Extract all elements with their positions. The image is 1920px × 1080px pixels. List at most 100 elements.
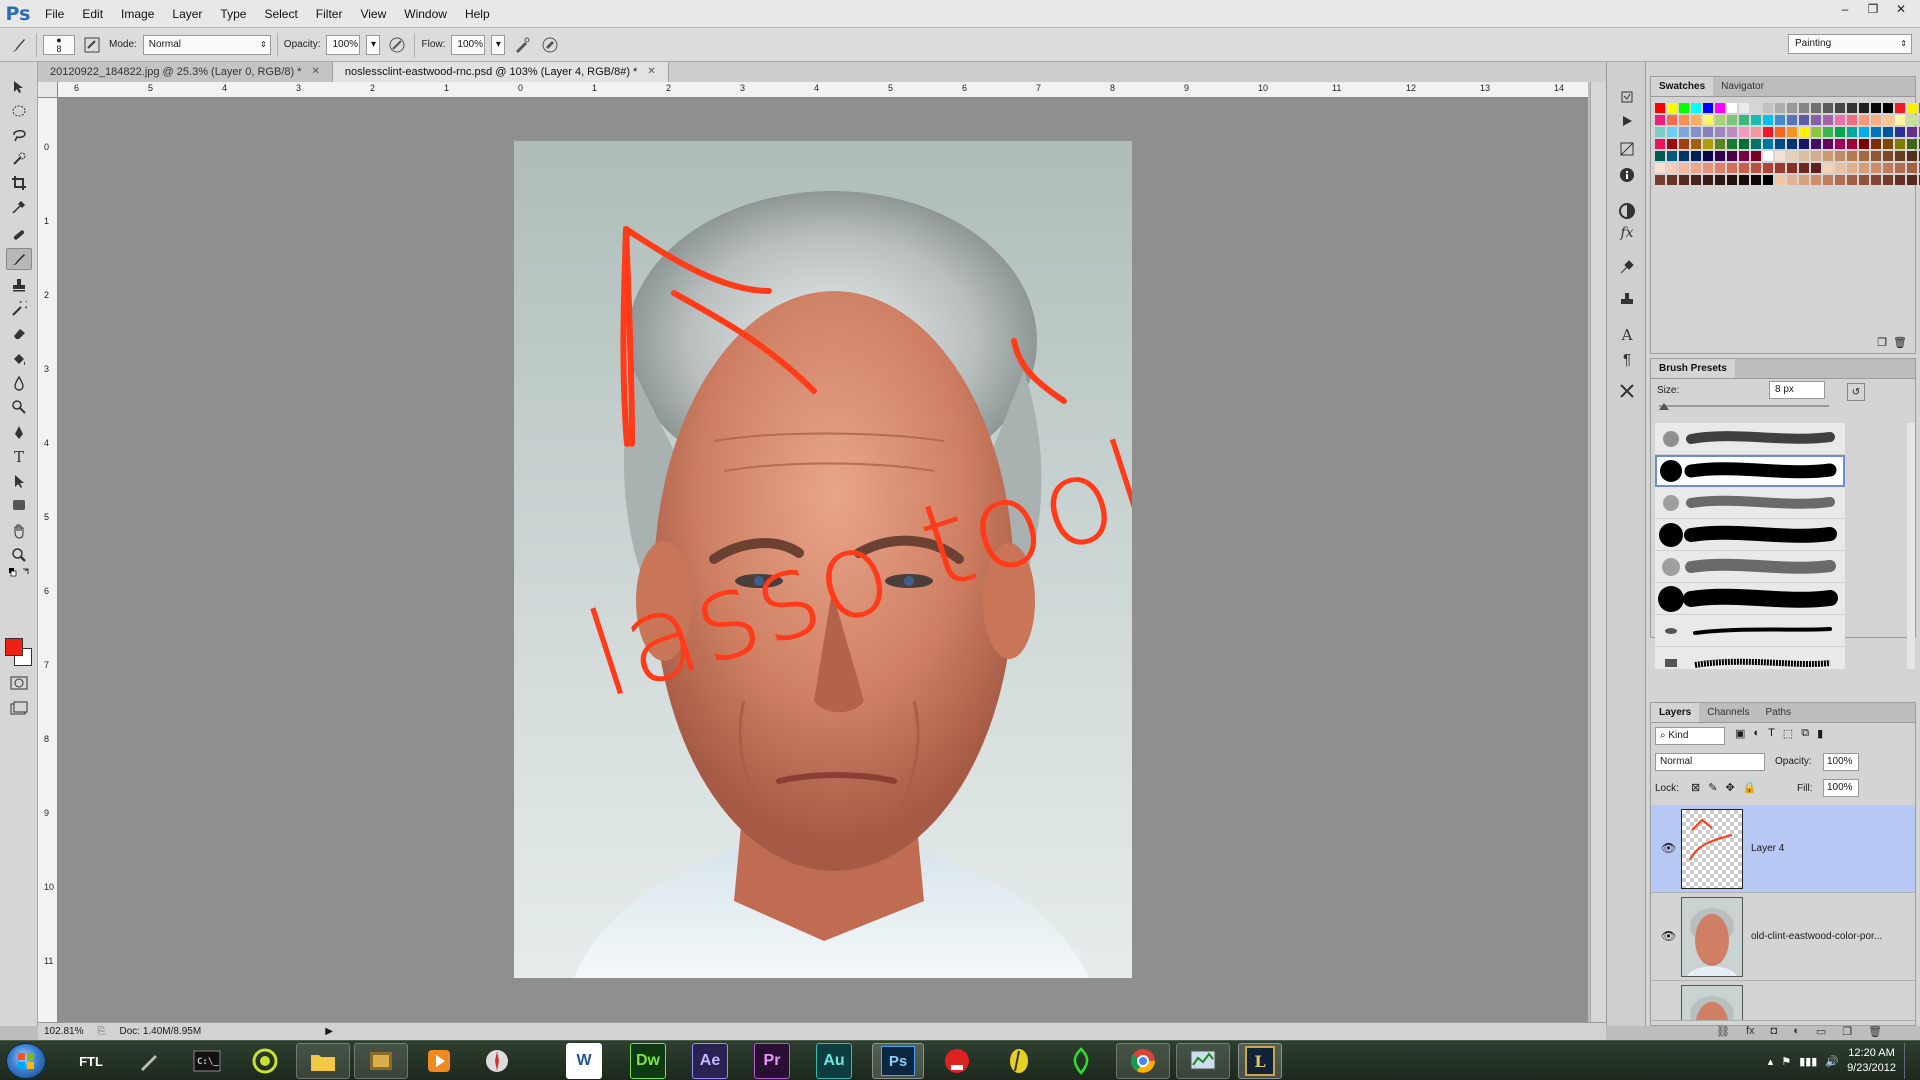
link-layers-icon[interactable]: ⛓ xyxy=(1716,1025,1730,1038)
brush-list-scrollbar[interactable] xyxy=(1907,423,1915,669)
color-swatch[interactable] xyxy=(1691,139,1701,149)
tab-brush-presets[interactable]: Brush Presets xyxy=(1651,359,1735,378)
lasso-tool-icon[interactable] xyxy=(6,124,32,146)
color-swatch[interactable] xyxy=(1811,127,1821,137)
color-swatch[interactable] xyxy=(1739,103,1749,113)
color-swatch[interactable] xyxy=(1811,103,1821,113)
brush-tool-icon[interactable] xyxy=(6,248,32,270)
color-swatch[interactable] xyxy=(1667,127,1677,137)
color-swatch[interactable] xyxy=(1679,127,1689,137)
layer-fill-input[interactable]: 100% xyxy=(1823,779,1859,797)
color-swatch[interactable] xyxy=(1859,139,1869,149)
tab-swatches[interactable]: Swatches xyxy=(1651,77,1714,96)
color-swatch[interactable] xyxy=(1715,163,1725,173)
taskbar-ftl[interactable]: FTL xyxy=(64,1043,118,1079)
color-swatch[interactable] xyxy=(1727,115,1737,125)
filter-smart-object-icon[interactable]: ⧉ xyxy=(1801,727,1809,740)
color-swatch[interactable] xyxy=(1883,127,1893,137)
delete-layer-icon[interactable]: 🗑 xyxy=(1868,1025,1882,1038)
tab-navigator[interactable]: Navigator xyxy=(1713,77,1772,96)
visibility-eye-icon[interactable]: 👁 xyxy=(1661,929,1676,943)
opacity-input[interactable]: 100% xyxy=(326,34,361,55)
color-swatch[interactable] xyxy=(1871,163,1881,173)
document-tab-active[interactable]: noslessclint-eastwood-rnc.psd @ 103% (La… xyxy=(332,62,669,82)
reset-brush-icon[interactable]: ↺ xyxy=(1847,383,1865,401)
menu-file[interactable]: File xyxy=(36,0,73,28)
color-swatch[interactable] xyxy=(1871,151,1881,161)
color-swatch[interactable] xyxy=(1835,115,1845,125)
color-swatch[interactable] xyxy=(1655,115,1665,125)
color-swatch[interactable] xyxy=(1691,163,1701,173)
color-swatch[interactable] xyxy=(1895,163,1905,173)
info-panel-icon[interactable] xyxy=(1616,164,1638,186)
taskbar-dreamweaver[interactable]: Dw xyxy=(630,1043,666,1079)
flow-input[interactable]: 100% xyxy=(451,34,486,55)
quick-selection-tool-icon[interactable] xyxy=(6,148,32,170)
color-swatch[interactable] xyxy=(1883,151,1893,161)
color-swatch[interactable] xyxy=(1835,175,1845,185)
color-swatch[interactable] xyxy=(1715,175,1725,185)
color-swatch[interactable] xyxy=(1895,103,1905,113)
color-swatch[interactable] xyxy=(1739,115,1749,125)
color-swatch[interactable] xyxy=(1703,175,1713,185)
hand-tool-icon[interactable] xyxy=(6,520,32,542)
canvas-workspace[interactable]: lasso tool xyxy=(58,98,1588,1022)
move-tool-icon[interactable] xyxy=(6,76,32,98)
color-swatch[interactable] xyxy=(1847,127,1857,137)
color-swatch[interactable] xyxy=(1859,175,1869,185)
default-colors-icon[interactable] xyxy=(6,566,32,580)
color-swatch[interactable] xyxy=(1679,115,1689,125)
color-swatch[interactable] xyxy=(1679,175,1689,185)
color-swatch[interactable] xyxy=(1847,139,1857,149)
color-swatch[interactable] xyxy=(1751,115,1761,125)
color-swatch[interactable] xyxy=(1763,127,1773,137)
color-swatch[interactable] xyxy=(1775,163,1785,173)
taskbar-terminal-icon[interactable]: C:\_ xyxy=(180,1043,234,1079)
opacity-dropdown-icon[interactable]: ▾ xyxy=(366,34,381,55)
lock-transparent-icon[interactable]: ⊠ xyxy=(1691,781,1700,794)
color-swatch[interactable] xyxy=(1859,115,1869,125)
menu-select[interactable]: Select xyxy=(255,0,306,28)
brush-preset[interactable] xyxy=(1655,615,1845,647)
taskbar-task-manager-icon[interactable] xyxy=(1176,1043,1230,1079)
color-swatch[interactable] xyxy=(1751,139,1761,149)
brush-preset[interactable] xyxy=(1655,583,1845,615)
lock-pixels-icon[interactable]: ✎ xyxy=(1708,781,1717,794)
character-panel-icon[interactable]: A xyxy=(1616,324,1638,346)
restore-button[interactable]: ❐ xyxy=(1860,0,1886,18)
brush-size-slider[interactable] xyxy=(1659,405,1829,407)
document-canvas[interactable]: lasso tool xyxy=(514,141,1132,978)
color-swatch[interactable] xyxy=(1655,139,1665,149)
pressure-opacity-icon[interactable] xyxy=(386,34,408,56)
lock-all-icon[interactable]: 🔒 xyxy=(1743,781,1757,794)
color-swatch[interactable] xyxy=(1775,103,1785,113)
airbrush-icon[interactable] xyxy=(511,34,533,56)
tool-presets-panel-icon[interactable] xyxy=(1616,380,1638,402)
menu-edit[interactable]: Edit xyxy=(73,0,112,28)
color-swatch[interactable] xyxy=(1847,115,1857,125)
layer-kind-filter[interactable]: ⌕ Kind xyxy=(1655,727,1725,745)
adjustments-panel-icon[interactable] xyxy=(1616,138,1638,160)
color-swatch[interactable] xyxy=(1883,103,1893,113)
menu-view[interactable]: View xyxy=(351,0,395,28)
color-swatch[interactable] xyxy=(1715,103,1725,113)
color-swatch[interactable] xyxy=(1811,151,1821,161)
brush-size-slider-thumb[interactable] xyxy=(1659,403,1669,410)
tab-channels[interactable]: Channels xyxy=(1699,703,1757,722)
color-swatch[interactable] xyxy=(1907,175,1917,185)
filter-adjustment-icon[interactable]: ◐ xyxy=(1753,727,1760,740)
color-swatch[interactable] xyxy=(1727,103,1737,113)
color-swatch[interactable] xyxy=(1751,103,1761,113)
color-swatch[interactable] xyxy=(1907,103,1917,113)
taskbar-chrome-icon[interactable] xyxy=(1116,1043,1170,1079)
brush-tool-preset-icon[interactable] xyxy=(8,34,30,56)
color-swatch[interactable] xyxy=(1871,139,1881,149)
color-swatch[interactable] xyxy=(1895,139,1905,149)
color-swatch[interactable] xyxy=(1763,151,1773,161)
taskbar-word[interactable]: W xyxy=(566,1043,602,1079)
color-swatch[interactable] xyxy=(1751,175,1761,185)
color-swatch[interactable] xyxy=(1679,103,1689,113)
color-swatch[interactable] xyxy=(1691,151,1701,161)
color-swatch[interactable] xyxy=(1715,115,1725,125)
lock-position-icon[interactable]: ✥ xyxy=(1725,781,1734,794)
